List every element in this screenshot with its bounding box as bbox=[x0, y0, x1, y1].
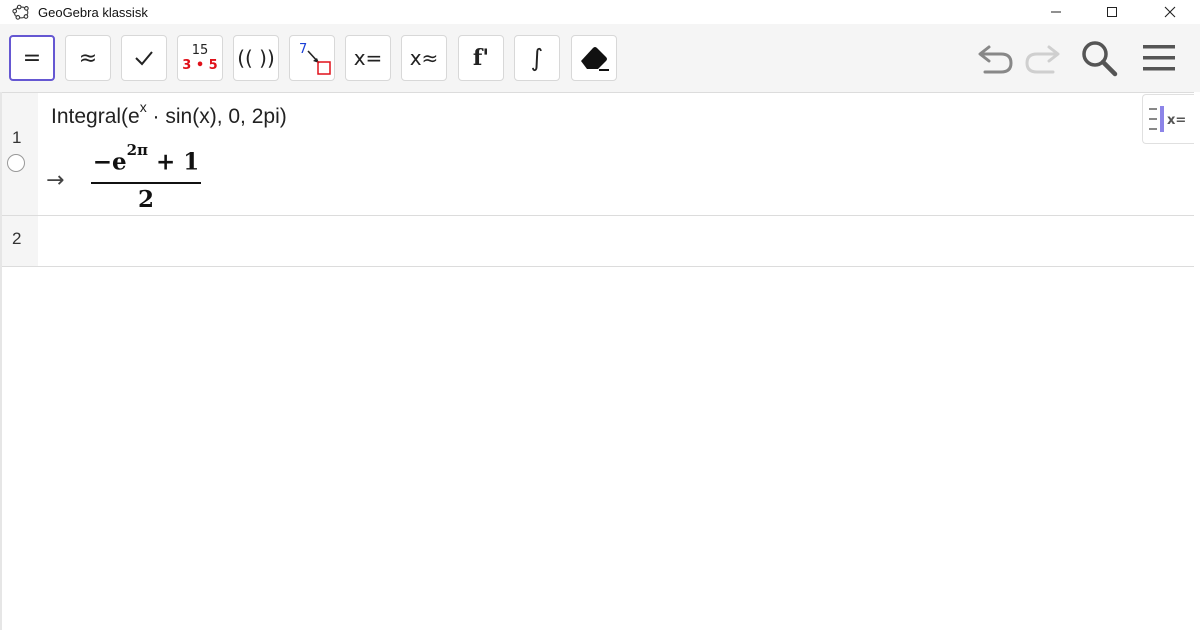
substitute-button[interactable]: 7 bbox=[289, 35, 335, 81]
numerator-prefix: −e bbox=[92, 148, 127, 176]
menu-icon bbox=[1143, 45, 1175, 71]
view-left-border bbox=[0, 92, 2, 630]
expand-button[interactable]: (( )) bbox=[233, 35, 279, 81]
cas-input[interactable]: Integral(ex · sin(x), 0, 2pi) bbox=[51, 99, 287, 129]
numeric-button[interactable]: ≈ bbox=[65, 35, 111, 81]
expand-label: (( )) bbox=[237, 46, 275, 70]
input-prefix: Integral(e bbox=[51, 105, 140, 128]
redo-button[interactable] bbox=[1020, 35, 1066, 81]
checkmark-icon bbox=[135, 51, 153, 66]
factor-bottom: 3 • 5 bbox=[182, 58, 218, 73]
keep-input-button[interactable] bbox=[121, 35, 167, 81]
numerator-exponent: 2π bbox=[126, 141, 149, 159]
substitute-icon: 7 bbox=[299, 42, 331, 75]
window-title: GeoGebra klassisk bbox=[38, 4, 148, 20]
undo-button[interactable] bbox=[972, 35, 1018, 81]
search-icon bbox=[1082, 41, 1118, 77]
derivative-button[interactable]: f' bbox=[458, 35, 504, 81]
numeric-label: ≈ bbox=[78, 45, 98, 71]
output-denominator: 2 bbox=[137, 186, 154, 213]
redo-icon bbox=[1025, 45, 1060, 74]
input-exponent: x bbox=[139, 99, 147, 115]
substitute-number: 7 bbox=[299, 42, 307, 57]
solve-x: x bbox=[353, 46, 366, 70]
maximize-button[interactable] bbox=[1089, 0, 1135, 24]
input-suffix: · sin(x), 0, 2pi) bbox=[146, 105, 287, 128]
algebra-toggle-icon: x= bbox=[1148, 106, 1186, 132]
minimize-icon bbox=[1051, 11, 1061, 13]
row-number: 2 bbox=[12, 229, 22, 248]
cas-toolbar: = ≈ 15 3 • 5 (( )) 7 x = x ≈ f' ∫ bbox=[0, 24, 1200, 93]
algebra-toggle-label: x= bbox=[1167, 113, 1186, 128]
evaluate-label: = bbox=[22, 45, 42, 71]
nsolve-op: ≈ bbox=[421, 46, 439, 70]
cas-row[interactable]: 2 bbox=[0, 216, 1200, 267]
solve-button[interactable]: x = bbox=[345, 35, 391, 81]
visibility-toggle[interactable] bbox=[7, 154, 25, 172]
undo-icon bbox=[978, 45, 1013, 74]
maximize-icon bbox=[1107, 7, 1117, 17]
title-bar: GeoGebra klassisk bbox=[0, 0, 1200, 24]
numerator-suffix: + 1 bbox=[148, 148, 200, 176]
nsolve-x: x bbox=[409, 46, 422, 70]
close-icon bbox=[1164, 6, 1176, 18]
fraction-bar bbox=[91, 182, 201, 184]
evaluate-button[interactable]: = bbox=[9, 35, 55, 81]
derivative-label: f' bbox=[472, 45, 490, 71]
menu-button[interactable] bbox=[1136, 35, 1182, 81]
geogebra-logo-icon bbox=[12, 4, 29, 20]
search-button[interactable] bbox=[1076, 35, 1122, 81]
close-button[interactable] bbox=[1147, 0, 1193, 24]
eraser-icon bbox=[581, 47, 609, 71]
factor-top: 15 bbox=[191, 43, 209, 58]
integral-label: ∫ bbox=[530, 44, 544, 72]
row-number: 1 bbox=[12, 128, 22, 147]
solve-numerically-button[interactable]: x ≈ bbox=[401, 35, 447, 81]
delete-button[interactable] bbox=[571, 35, 617, 81]
factor-icon: 15 3 • 5 bbox=[182, 43, 217, 73]
result-arrow: → bbox=[46, 168, 65, 193]
factor-button[interactable]: 15 3 • 5 bbox=[177, 35, 223, 81]
toggle-algebra-input-button[interactable]: x= bbox=[1142, 94, 1194, 144]
solve-op: = bbox=[365, 46, 383, 70]
cas-view: 1 Integral(ex · sin(x), 0, 2pi) → −e2π +… bbox=[0, 93, 1200, 267]
minimize-button[interactable] bbox=[1033, 0, 1079, 24]
integral-button[interactable]: ∫ bbox=[514, 35, 560, 81]
scrollbar[interactable] bbox=[1194, 92, 1200, 630]
output-numerator: −e2π + 1 bbox=[91, 141, 201, 176]
cas-row[interactable]: 1 Integral(ex · sin(x), 0, 2pi) → −e2π +… bbox=[0, 93, 1200, 216]
